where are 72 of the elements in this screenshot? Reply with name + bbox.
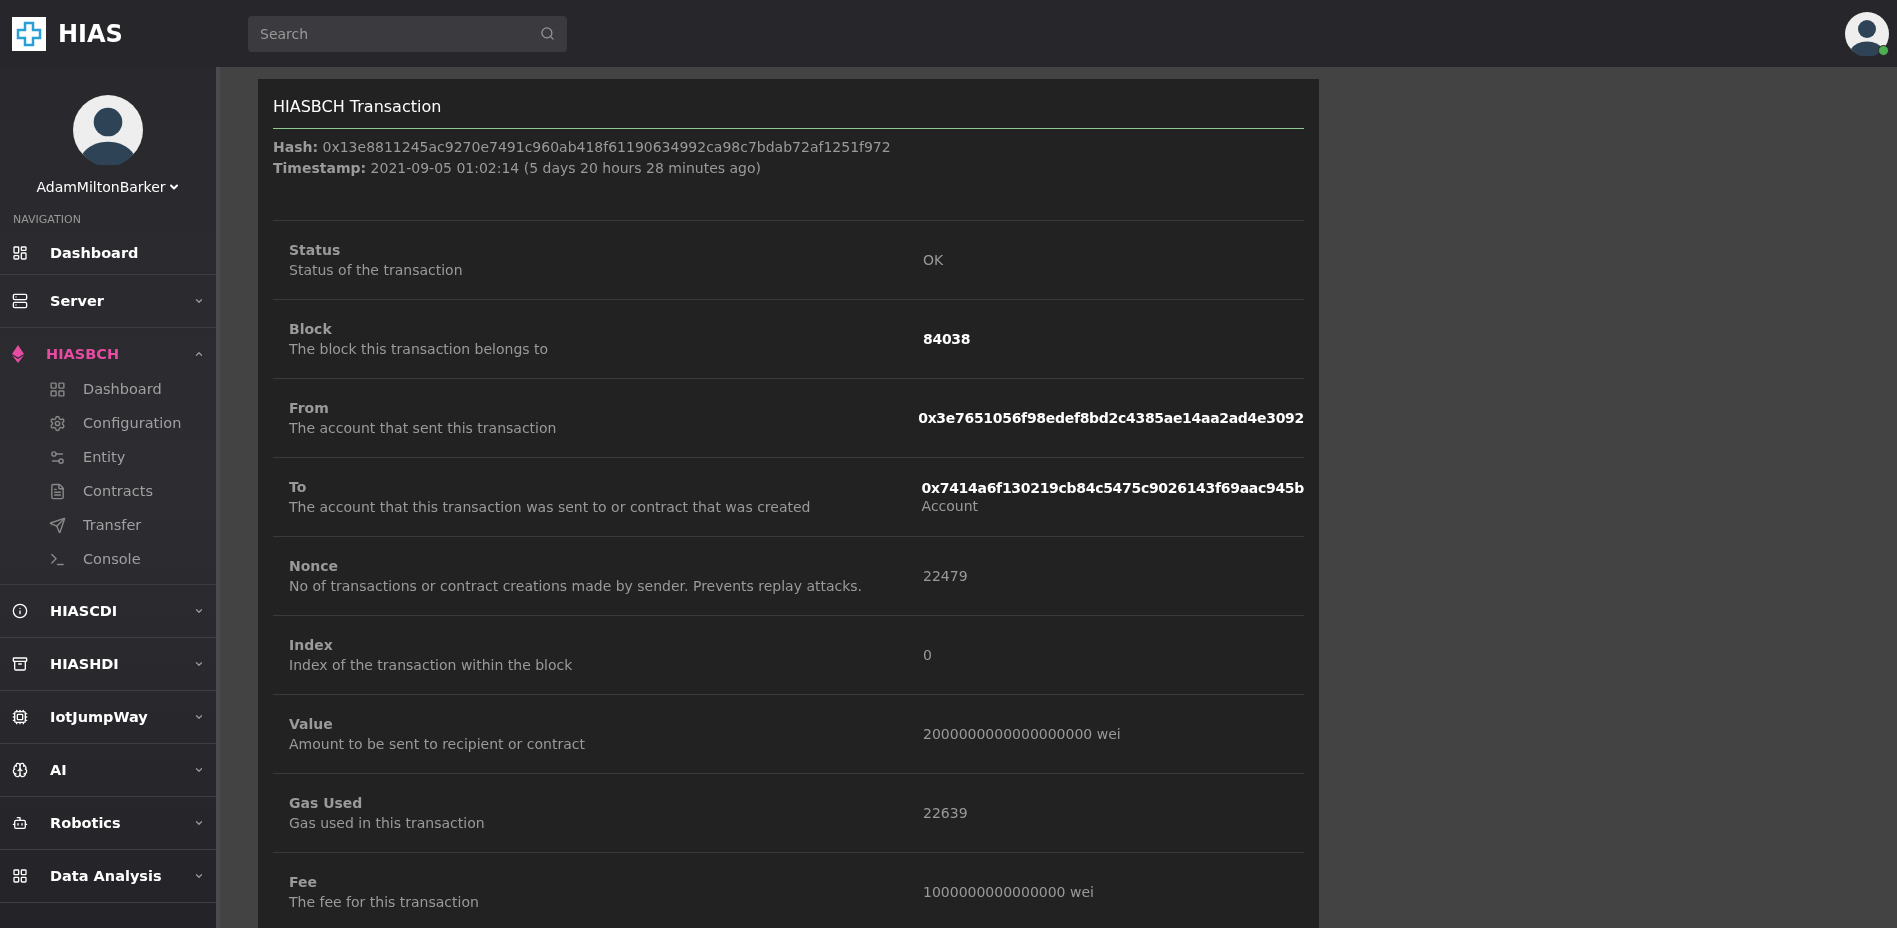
logo-icon: [12, 16, 46, 51]
nav-item[interactable]: Data Analysis: [0, 850, 216, 902]
dashboard-icon: [12, 245, 28, 261]
row-description: Index of the transaction within the block: [289, 657, 574, 673]
row-label: Block: [289, 321, 333, 337]
avatar-icon: [73, 95, 143, 165]
section-label: NAVIGATION: [12, 212, 82, 228]
caret-icon: [194, 606, 204, 616]
row-label: Fee: [289, 874, 318, 890]
nav-item[interactable]: HIASCDI: [0, 585, 216, 637]
row-description: The account that sent this transaction: [289, 420, 558, 436]
nav-item[interactable]: HIASHDI: [0, 638, 216, 690]
row-value: OK: [923, 252, 944, 268]
row-label: Value: [289, 716, 334, 732]
nav-subitem[interactable]: Transfer: [0, 508, 216, 542]
chip-icon: [12, 709, 28, 725]
row-value: 2000000000000000000 wei: [923, 726, 1121, 742]
row-description: Amount to be sent to recipient or contract: [289, 736, 586, 752]
server-icon: [12, 293, 28, 309]
row-value: 22639: [923, 805, 968, 821]
value-link[interactable]: 0x3e7651056f98edef8bd2c4385ae14aa2ad4e3092: [918, 410, 1304, 426]
row-description: The block this transaction belongs to: [289, 341, 550, 357]
row-description: Gas used in this transaction: [289, 815, 486, 831]
nav-item[interactable]: IotJumpWay: [0, 691, 216, 743]
robot-icon: [12, 815, 28, 831]
search-icon: [540, 25, 555, 41]
value-link[interactable]: 0x7414a6f130219cb84c5475c9026143f69aac945b: [921, 480, 1304, 496]
value-note: Account: [921, 498, 980, 514]
paper-plane-icon: [49, 516, 66, 534]
row-description: Status of the transaction: [289, 262, 464, 278]
caret-icon: [194, 349, 204, 359]
row-label: Nonce: [289, 558, 340, 574]
grid-icon: [49, 380, 66, 398]
caret-icon: [194, 871, 204, 881]
caret-icon: [194, 818, 204, 828]
row-label: Gas Used: [289, 795, 364, 811]
diamond-icon: [12, 345, 24, 363]
nav-subitem[interactable]: Entity: [0, 440, 216, 474]
meta-line: Hash: 0x13e8811245ac9270e7491c960ab418f61190634992ca98c7bdab72af1251f972: [273, 138, 892, 157]
document-icon: [49, 482, 66, 500]
nav-item[interactable]: Robotics: [0, 797, 216, 849]
row-description: The account that this transaction was sent to or contract that was created: [289, 499, 812, 515]
nav-subitem[interactable]: Console: [0, 542, 216, 576]
nav-subitem[interactable]: Configuration: [0, 406, 216, 440]
row-description: No of transactions or contract creations made by sender. Prevents replay attacks.: [289, 578, 864, 594]
row-description: The fee for this transaction: [289, 894, 480, 910]
row-label: To: [289, 479, 308, 495]
value-link[interactable]: 84038: [923, 331, 971, 347]
caret-icon: [194, 296, 204, 306]
user-menu[interactable]: AdamMiltonBarker: [36, 179, 180, 195]
row-label: From: [289, 400, 330, 416]
avatar-icon[interactable]: [1845, 11, 1889, 56]
row-label: Status: [289, 242, 342, 258]
caret-icon: [194, 765, 204, 775]
brain-icon: [12, 762, 28, 778]
nav-subitem[interactable]: Contracts: [0, 474, 216, 508]
meta-line: Timestamp: 2021-09-05 01:02:14 (5 days 20 hours 28 minutes ago): [273, 159, 762, 178]
search-field[interactable]: Search: [248, 15, 567, 52]
caret-icon: [194, 712, 204, 722]
row-value: 22479: [923, 568, 968, 584]
row-value: 0: [923, 647, 932, 663]
brand-name: HIAS: [58, 19, 123, 48]
row-value: 1000000000000000 wei: [923, 884, 1094, 900]
card-title: HIASBCH Transaction: [273, 97, 1304, 129]
row-label: Index: [289, 637, 334, 653]
info-icon: [12, 603, 28, 619]
caret-icon: [194, 659, 204, 669]
nav-item[interactable]: Dashboard: [0, 232, 216, 274]
grid-icon: [12, 868, 28, 884]
archive-icon: [12, 656, 28, 672]
nav-item[interactable]: AI: [0, 744, 216, 796]
nav-item[interactable]: Server: [0, 275, 216, 327]
